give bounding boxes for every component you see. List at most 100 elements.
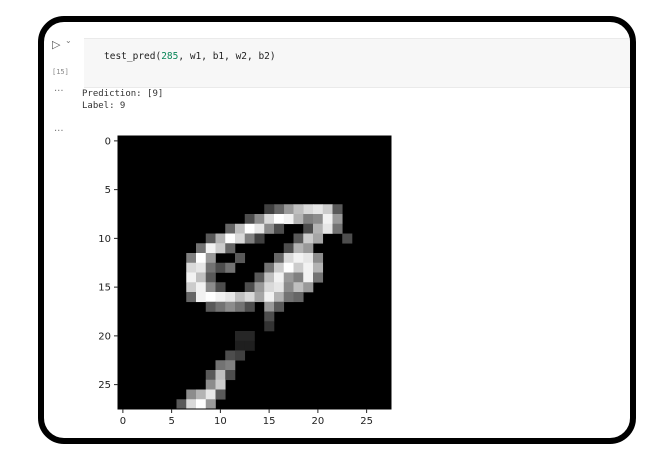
pixel-cell [303, 233, 314, 244]
pixel-cell [264, 204, 275, 215]
pixel-cell [313, 223, 324, 234]
pixel-cell [303, 243, 314, 254]
pixel-cell [225, 301, 236, 312]
pixel-cell [186, 272, 197, 283]
pixel-cell [283, 243, 294, 254]
pixel-cell [205, 253, 216, 264]
pixel-cell [313, 253, 324, 264]
pixel-cell [196, 243, 207, 254]
y-tick-label: 25 [98, 380, 111, 391]
pixel-cell [244, 340, 255, 351]
pixel-cell [244, 214, 255, 225]
pixel-cell [254, 233, 265, 244]
pixel-cell [293, 243, 304, 254]
pixel-cell [313, 272, 324, 283]
pixel-cell [176, 399, 187, 410]
pixel-cell [283, 282, 294, 293]
output-more-icon[interactable]: ··· [54, 86, 64, 97]
y-tick-label: 20 [98, 331, 111, 342]
pixel-cell [196, 282, 207, 293]
pixel-cell [313, 233, 324, 244]
pixel-cell [215, 262, 226, 273]
pixel-cell [196, 262, 207, 273]
output-more-icon[interactable]: ··· [54, 126, 64, 137]
pixel-cell [274, 262, 285, 273]
pixel-cell [264, 272, 275, 283]
pixel-cell [196, 292, 207, 303]
pixel-cell [274, 292, 285, 303]
pixel-cell [293, 262, 304, 273]
pixel-cell [264, 214, 275, 225]
pixel-cell [293, 292, 304, 303]
pixel-cell [215, 379, 226, 390]
pixel-cell [283, 253, 294, 264]
pixel-cell [205, 243, 216, 254]
pixel-cell [303, 204, 314, 215]
code-editor[interactable]: test_pred(285, w1, b1, w2, b2) [84, 38, 630, 88]
pixel-cell [254, 282, 265, 293]
pixel-cell [283, 204, 294, 215]
pixel-cell [303, 262, 314, 273]
pixel-cell [196, 272, 207, 283]
pixel-cell [215, 243, 226, 254]
x-tick-label: 20 [312, 416, 325, 427]
pixel-cell [293, 214, 304, 225]
pixel-cell [293, 272, 304, 283]
y-tick-label: 0 [105, 136, 111, 147]
plot-svg: 0 5 10 15 20 25 0 5 10 15 20 25 [98, 135, 392, 427]
pixel-cell [322, 214, 333, 225]
pixel-cell [235, 301, 246, 312]
code-number-arg: 285 [161, 51, 179, 62]
pixel-cell [225, 360, 236, 371]
pixel-cell [283, 272, 294, 283]
code-cell[interactable]: ▷ ⌄ [15] test_pred(285, w1, b1, w2, b2) [44, 30, 630, 88]
y-tick-label: 5 [105, 185, 111, 196]
pixel-cell [244, 331, 255, 342]
pixel-cell [303, 214, 314, 225]
pixel-cell [332, 223, 343, 234]
pixel-cell [205, 272, 216, 283]
pixel-cell [244, 233, 255, 244]
pixel-cell [205, 262, 216, 273]
pixel-cell [244, 282, 255, 293]
pixel-cell [225, 292, 236, 303]
pixel-cell [196, 253, 207, 264]
run-options-chevron-icon[interactable]: ⌄ [65, 36, 72, 45]
pixel-cell [293, 204, 304, 215]
run-cell-icon[interactable]: ▷ [52, 38, 60, 51]
pixel-cell [215, 282, 226, 293]
pixel-cell [205, 282, 216, 293]
pixel-cell [313, 214, 324, 225]
pixel-cell [215, 301, 226, 312]
pixel-cell [225, 262, 236, 273]
pixel-cell [215, 292, 226, 303]
pixel-cell [293, 282, 304, 293]
pixel-cell [274, 282, 285, 293]
pixel-cell [225, 233, 236, 244]
pixel-cell [225, 223, 236, 234]
pixel-cell [244, 301, 255, 312]
pixel-cell [332, 214, 343, 225]
pixel-cell [235, 253, 246, 264]
pixel-cell [274, 301, 285, 312]
pixel-cell [303, 272, 314, 283]
pixel-cell [293, 233, 304, 244]
pixel-cell [254, 272, 265, 283]
pixel-cell [235, 350, 246, 361]
pixel-cell [205, 399, 216, 410]
pixel-cell [274, 214, 285, 225]
pixel-cell [225, 370, 236, 381]
pixel-cell [322, 223, 333, 234]
prediction-line: Prediction: [9] [82, 89, 164, 99]
pixel-cell [235, 340, 246, 351]
pixel-cell [283, 292, 294, 303]
label-line: Label: 9 [82, 101, 126, 111]
pixel-cell [254, 223, 265, 234]
pixel-cell [303, 253, 314, 264]
x-tick-label: 25 [360, 416, 373, 427]
pixel-cell [303, 223, 314, 234]
pixel-cell [274, 253, 285, 264]
x-tick-label: 10 [214, 416, 227, 427]
pixel-cell [293, 253, 304, 264]
code-line: test_pred(285, w1, b1, w2, b2) [104, 51, 276, 62]
